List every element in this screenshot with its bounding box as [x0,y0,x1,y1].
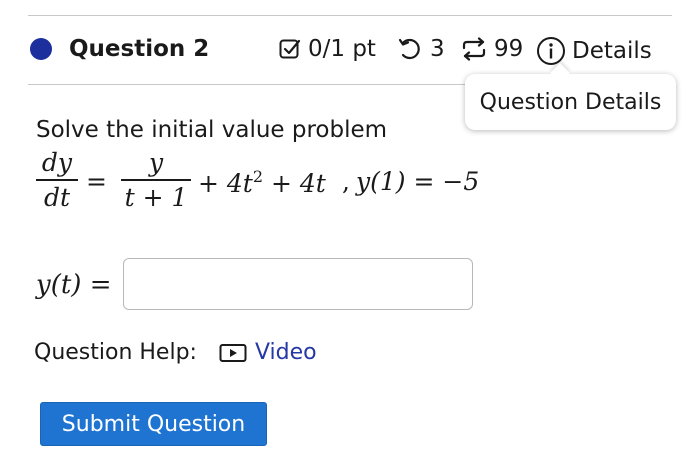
attempts-indicator: 3 [398,36,445,62]
question-details-tooltip: Question Details [465,63,676,130]
repeat-icon [462,37,486,61]
lhs-numerator: dy [41,148,73,177]
undo-icon [398,38,420,60]
rhs-denominator: t + 1 [124,183,188,212]
initial-condition: y(1) = −5 [356,167,480,196]
answer-input[interactable] [123,258,473,310]
submit-question-button[interactable]: Submit Question [40,402,267,446]
question-prompt: Solve the initial value problem [36,117,388,143]
equation-term: + 4t2 + 4t [198,167,326,198]
equals-sign: = [86,167,107,196]
tries-text: 99 [494,36,524,62]
info-icon [537,37,565,65]
tooltip-text: Question Details [479,89,662,115]
video-label: Video [254,340,317,365]
help-label: Question Help: [34,340,197,365]
video-link[interactable]: Video [219,340,317,365]
details-button[interactable]: Details [536,36,652,66]
question-title: Question 2 [69,36,210,62]
attempts-text: 3 [430,36,445,62]
question-header: Question 2 0/1 pt 3 99 Details [28,28,672,76]
rhs-numerator: y [148,148,164,177]
checkbox-icon [279,39,301,59]
question-help: Question Help: Video [34,340,317,365]
top-divider [28,15,672,16]
answer-label: y(t) = [36,270,112,300]
equation-separator: , [342,167,350,196]
points-text: 0/1 pt [308,36,376,62]
lhs-fraction: dy dt [36,147,78,213]
video-play-icon [219,343,247,362]
lhs-denominator: dt [43,183,71,212]
points-indicator: 0/1 pt [278,36,376,62]
details-label: Details [572,38,652,64]
rhs-fraction: y t + 1 [121,147,191,213]
status-dot-icon [30,38,52,60]
tries-indicator: 99 [460,36,523,62]
